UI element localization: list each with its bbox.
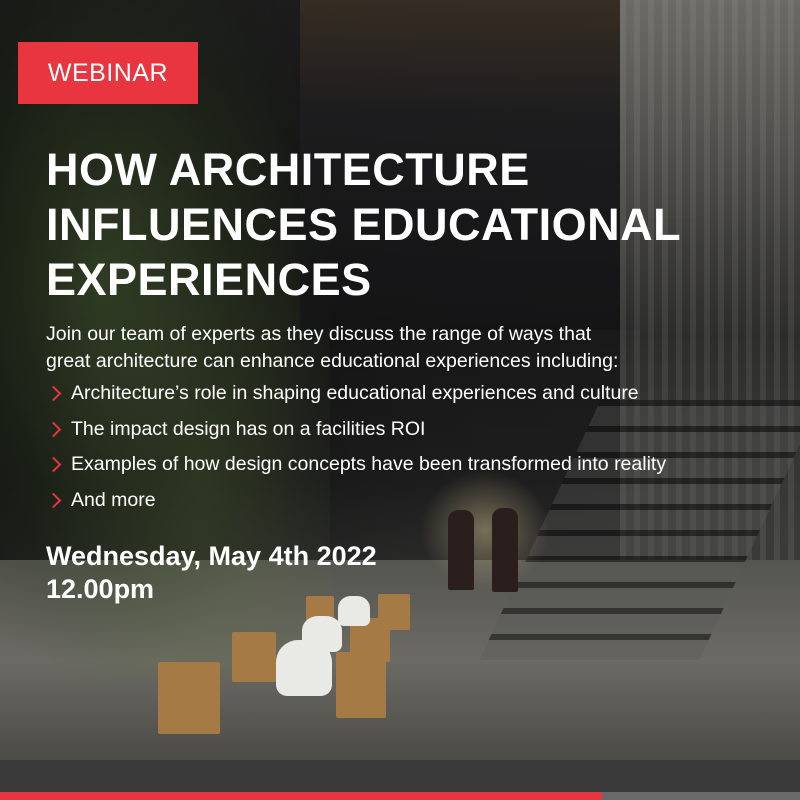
list-item-label: The impact design has on a facilities RO… — [71, 417, 426, 440]
event-date: Wednesday, May 4th 2022 — [46, 541, 377, 571]
intro-text: Join our team of experts as they discuss… — [46, 321, 746, 375]
title-line: INFLUENCES EDUCATIONAL — [46, 199, 682, 250]
webinar-poster: WEBINAR HOW ARCHITECTURE INFLUENCES EDUC… — [0, 0, 800, 800]
event-time: 12.00pm — [46, 574, 155, 604]
photo-wooden-stool — [232, 632, 276, 682]
topic-list: Architecture’s role in shaping education… — [45, 380, 667, 522]
list-item: The impact design has on a facilities RO… — [45, 416, 666, 443]
list-item-label: And more — [71, 488, 156, 511]
list-item: Architecture’s role in shaping education… — [45, 380, 666, 407]
chevron-right-icon — [45, 492, 62, 508]
chevron-right-icon — [45, 456, 62, 473]
webinar-badge-label: WEBINAR — [47, 58, 169, 87]
bottom-stripe-remainder — [602, 792, 800, 800]
title-line: HOW ARCHITECTURE — [46, 144, 530, 195]
page-title: HOW ARCHITECTURE INFLUENCES EDUCATIONAL … — [46, 142, 766, 307]
webinar-badge: WEBINAR — [18, 42, 198, 104]
photo-white-stool — [302, 616, 342, 652]
photo-person — [448, 510, 474, 590]
photo-wooden-stool — [378, 594, 410, 630]
list-item-label: Architecture’s role in shaping education… — [71, 382, 639, 404]
intro-line: Join our team of experts as they discuss… — [46, 323, 592, 345]
title-line: EXPERIENCES — [46, 254, 372, 305]
chevron-right-icon — [45, 421, 62, 437]
bottom-accent-stripe — [0, 792, 602, 800]
intro-line: great architecture can enhance education… — [46, 350, 619, 372]
list-item-label: Examples of how design concepts have bee… — [71, 453, 667, 475]
event-datetime: Wednesday, May 4th 2022 12.00pm — [46, 540, 377, 606]
chevron-right-icon — [45, 385, 62, 402]
photo-wooden-stool — [158, 662, 220, 734]
list-item: And more — [45, 487, 666, 514]
list-item: Examples of how design concepts have bee… — [45, 451, 667, 478]
